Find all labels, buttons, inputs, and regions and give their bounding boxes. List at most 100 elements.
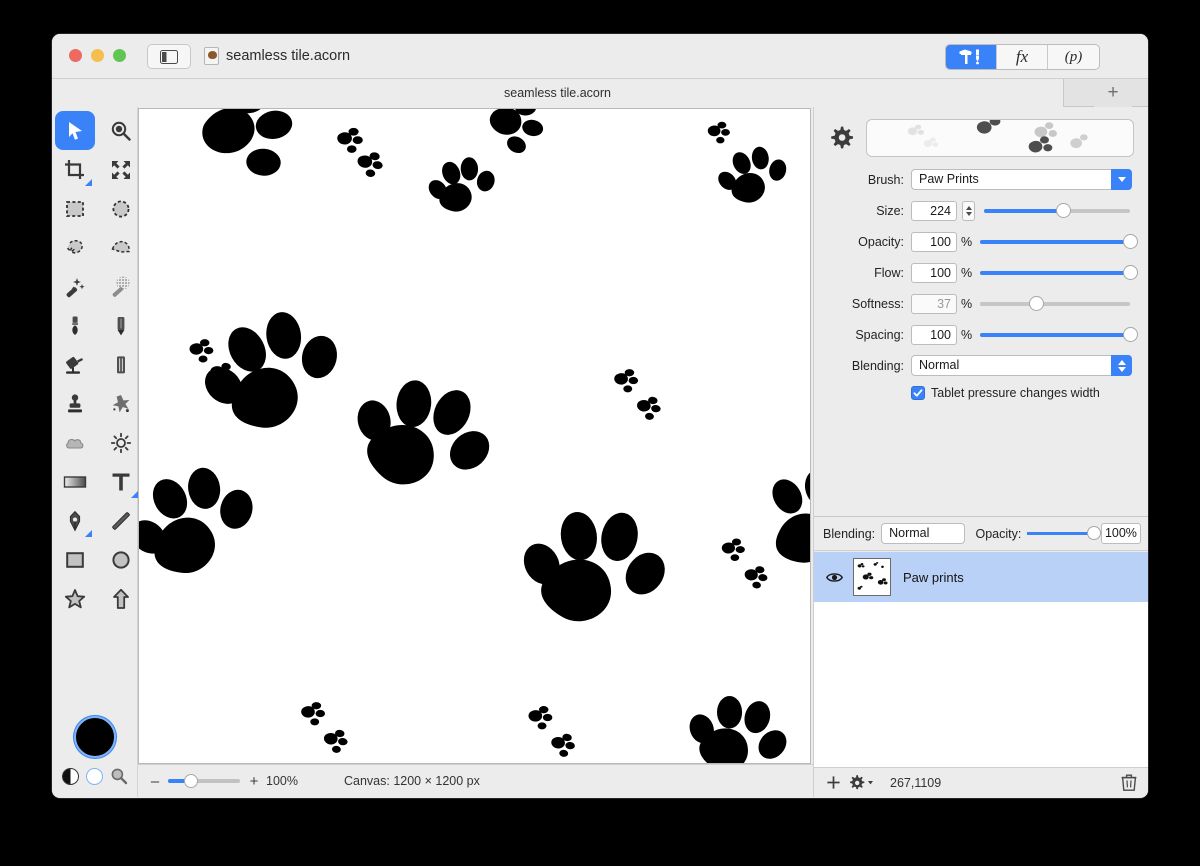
document-canvas[interactable] (138, 108, 811, 764)
tablet-pressure-row[interactable]: Tablet pressure changes width (911, 386, 1134, 400)
tool-line[interactable] (101, 501, 141, 540)
tool-clone-stamp[interactable] (55, 384, 95, 423)
swap-colors-icon[interactable] (62, 767, 79, 785)
tool-pencil[interactable] (101, 306, 141, 345)
brush-blending-select[interactable]: Normal (911, 355, 1132, 376)
tool-rectangle[interactable] (55, 540, 95, 579)
magnifier-picker-icon[interactable] (110, 767, 128, 785)
tool-polygon-lasso[interactable] (101, 228, 141, 267)
brush-select-value: Paw Prints (919, 172, 979, 186)
opacity-slider-knob[interactable] (1123, 233, 1138, 249)
zoom-slider[interactable] (168, 774, 240, 788)
zoom-in-button[interactable]: + (247, 773, 261, 790)
layer-opacity-fill (1027, 532, 1095, 535)
spacing-slider-knob[interactable] (1123, 326, 1138, 342)
eye-icon[interactable] (826, 571, 843, 584)
zoom-slider-knob[interactable] (184, 774, 199, 788)
canvas-area: – + 100% Canvas: 1200 × 1200 px (138, 107, 813, 797)
opacity-slider[interactable] (980, 233, 1138, 249)
gear-icon[interactable] (828, 125, 854, 151)
size-label: Size: (876, 203, 904, 218)
tool-blur[interactable] (55, 423, 95, 462)
tool-gradient[interactable] (55, 462, 95, 501)
chevron-down-icon[interactable] (1111, 169, 1132, 190)
layer-opacity-value[interactable]: 100% (1100, 523, 1141, 544)
layers-footer: 267,1109 (814, 767, 1148, 797)
checkmark-icon (913, 389, 923, 397)
canvas-scroll-view[interactable] (138, 107, 813, 764)
size-input[interactable]: 224 (911, 200, 957, 221)
brush-preview-strip[interactable] (866, 119, 1134, 157)
tool-move[interactable] (55, 111, 95, 150)
size-slider-knob[interactable] (1055, 202, 1071, 218)
tool-pen[interactable] (55, 501, 95, 540)
tool-lasso[interactable] (55, 228, 95, 267)
add-tab-button[interactable]: + (1094, 79, 1132, 107)
flow-slider-knob[interactable] (1123, 264, 1138, 280)
layer-blending-value: Normal (889, 526, 930, 540)
tool-smudge[interactable] (101, 384, 141, 423)
inspector-segmented-control[interactable]: fx (p) (945, 44, 1100, 70)
tab-seamless-tile[interactable]: seamless tile.acorn (52, 79, 1064, 107)
tool-zoom[interactable] (101, 111, 141, 150)
softness-slider-knob[interactable] (1028, 295, 1044, 311)
softness-input[interactable]: 37 (911, 293, 957, 314)
zoom-out-button[interactable]: – (149, 773, 161, 790)
sidebar-toggle-button[interactable] (147, 44, 191, 69)
spacing-slider[interactable] (980, 326, 1138, 342)
brush-header (828, 119, 1134, 157)
tool-eraser[interactable] (101, 345, 141, 384)
star-shape-icon (64, 588, 86, 608)
tool-text[interactable] (101, 462, 141, 501)
tool-arrow[interactable] (101, 579, 141, 618)
polygon-lasso-icon (111, 240, 130, 253)
gear-dropdown-icon[interactable] (850, 775, 874, 790)
layer-blending-select[interactable]: Normal (881, 523, 966, 544)
opacity-slider-fill (980, 239, 1130, 244)
trash-icon[interactable] (1121, 774, 1137, 791)
maximize-window-button[interactable] (113, 49, 126, 62)
tool-group-indicator (131, 491, 138, 498)
line-icon (112, 511, 130, 530)
document-title: seamless tile.acorn (226, 48, 351, 64)
plus-icon[interactable] (826, 775, 841, 790)
layer-opacity-knob[interactable] (1086, 526, 1101, 540)
white-swatch-icon[interactable] (86, 767, 103, 785)
size-slider[interactable] (984, 202, 1130, 218)
segment-tools[interactable] (946, 45, 997, 69)
tool-crop[interactable] (55, 150, 95, 189)
tool-group-indicator (85, 530, 92, 537)
tool-palette (52, 107, 138, 797)
tool-pattern-wand[interactable] (101, 267, 141, 306)
softness-slider[interactable] (980, 295, 1130, 311)
tool-ellipse-select[interactable] (101, 189, 141, 228)
tool-brush[interactable] (55, 306, 95, 345)
layer-opacity-label: Opacity: (975, 526, 1022, 541)
tool-paint-bucket[interactable] (55, 345, 95, 384)
size-stepper[interactable] (962, 200, 975, 221)
segment-filters[interactable]: fx (997, 45, 1048, 69)
segment-palette[interactable]: (p) (1048, 45, 1099, 69)
tool-star[interactable] (55, 579, 95, 618)
tool-magic-wand[interactable] (55, 267, 95, 306)
brush-select[interactable]: Paw Prints (911, 169, 1132, 190)
close-window-button[interactable] (69, 49, 82, 62)
tool-dodge[interactable] (101, 423, 141, 462)
brush-label: Brush: (867, 172, 904, 187)
foreground-color-well[interactable] (74, 716, 116, 758)
spacing-label: Spacing: (855, 327, 904, 342)
layer-row-paw-prints[interactable]: Paw prints (814, 552, 1148, 602)
minimize-window-button[interactable] (91, 49, 104, 62)
tool-ellipse[interactable] (101, 540, 141, 579)
tool-rect-select[interactable] (55, 189, 95, 228)
tablet-pressure-checkbox[interactable] (911, 386, 925, 400)
spacing-input[interactable]: 100 (911, 324, 957, 345)
paint-bucket-icon (66, 356, 83, 374)
layer-opacity-slider[interactable] (1027, 526, 1101, 540)
chevron-up-down-icon[interactable] (1111, 355, 1132, 376)
tool-transform[interactable] (101, 150, 141, 189)
layer-thumbnail[interactable] (853, 558, 891, 596)
flow-slider[interactable] (980, 264, 1138, 280)
opacity-input[interactable]: 100 (911, 231, 957, 252)
flow-input[interactable]: 100 (911, 262, 957, 283)
